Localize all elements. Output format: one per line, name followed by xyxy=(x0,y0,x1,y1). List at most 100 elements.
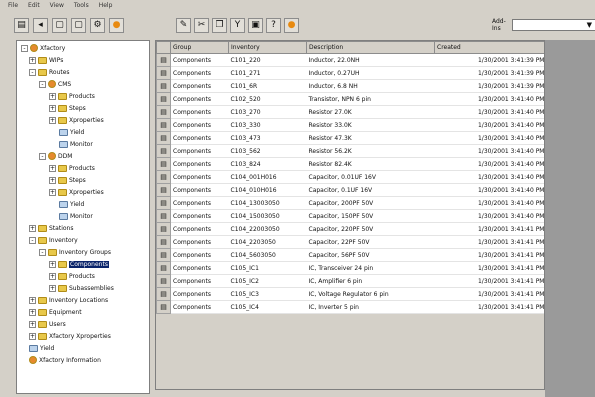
tree-node[interactable]: - Inventory xyxy=(29,235,78,245)
table-row[interactable]: ▤ Components C104_22003050 Capacitor, 220PF… xyxy=(156,222,544,236)
expand-icon[interactable]: + xyxy=(49,260,56,268)
back-icon[interactable]: ◂ xyxy=(33,17,48,33)
menu-item-4[interactable]: Help xyxy=(99,2,113,9)
folder-icon[interactable]: ▤ xyxy=(14,17,29,33)
expand-icon[interactable]: + xyxy=(49,164,56,172)
table-row[interactable]: ▤ Components C105_IC3 IC, Voltage Regulator… xyxy=(156,287,544,301)
tree-node[interactable]: Monitor xyxy=(59,139,93,149)
table-row[interactable]: ▤ Components C103_330 Resistor 33.0K 1/30/20… xyxy=(156,118,544,132)
chevron-down-icon: ▼ xyxy=(586,21,592,29)
column-header[interactable]: Created xyxy=(434,41,544,54)
expand-icon[interactable]: + xyxy=(49,284,56,292)
collapse-icon[interactable]: - xyxy=(29,68,36,76)
tree-node[interactable]: Monitor xyxy=(59,211,93,221)
collapse-icon[interactable]: - xyxy=(21,44,28,52)
tree-node[interactable]: + Xproperties xyxy=(49,115,104,125)
tree-node[interactable]: Xfactory Information xyxy=(29,355,101,365)
table-row[interactable]: ▤ Components C103_473 Resistor 47.3K 1/30/20… xyxy=(156,131,544,145)
help-icon[interactable]: ? xyxy=(266,17,281,33)
tree-node[interactable]: - CMS xyxy=(39,79,71,89)
table-row[interactable]: ▤ Components C103_562 Resistor 56.2K 1/30/20… xyxy=(156,144,544,158)
tree-node[interactable]: + Products xyxy=(49,271,95,281)
collapse-icon[interactable]: - xyxy=(29,236,36,244)
table-row[interactable]: ▤ Components C105_IC2 IC, Amplifier 6 pin 1/… xyxy=(156,274,544,288)
record-icon[interactable]: ● xyxy=(109,17,124,33)
tree-node[interactable]: - Routes xyxy=(29,67,70,77)
expand-icon[interactable]: + xyxy=(49,176,56,184)
expand-icon[interactable]: + xyxy=(29,308,36,316)
page-icon[interactable]: ▢ xyxy=(52,17,67,33)
row-icon: ▤ xyxy=(156,79,171,93)
table-row[interactable]: ▤ Components C104_010H016 Capacitor, 0.1UF … xyxy=(156,183,544,197)
expand-icon[interactable]: + xyxy=(29,332,36,340)
table-row[interactable]: ▤ Components C101_6R Inductor, 6.8 NH 1/30/2… xyxy=(156,79,544,93)
print-icon[interactable]: ▣ xyxy=(248,17,263,33)
table-row[interactable]: ▤ Components C104_5603050 Capacitor, 56PF 5… xyxy=(156,248,544,262)
menu-item-2[interactable]: View xyxy=(50,2,64,9)
menu-item-0[interactable]: File xyxy=(8,2,18,9)
expand-icon[interactable]: + xyxy=(49,272,56,280)
tree-node[interactable]: + Steps xyxy=(49,103,86,113)
table-cell: Transistor, NPN 6 pin xyxy=(306,92,435,106)
tree-node[interactable]: - Inventory Groups xyxy=(39,247,111,257)
expand-icon[interactable]: + xyxy=(29,296,36,304)
tree-node[interactable]: + Subassemblies xyxy=(49,283,114,293)
tree-node[interactable]: - DDM xyxy=(39,151,72,161)
scissors-icon[interactable]: ✂ xyxy=(194,17,209,33)
expand-icon[interactable]: + xyxy=(29,320,36,328)
table-row[interactable]: ▤ Components C101_271 Inductor, 0.27UH 1/30/… xyxy=(156,66,544,80)
tree-node-label: Inventory Locations xyxy=(49,296,109,304)
table-row[interactable]: ▤ Components C104_15003050 Capacitor, 150PF… xyxy=(156,209,544,223)
tree-node[interactable]: Yield xyxy=(59,199,84,209)
addins-dropdown[interactable]: ▼ xyxy=(511,19,595,31)
tree-node[interactable]: Yield xyxy=(59,127,84,137)
table-row[interactable]: ▤ Components C105_IC4 IC, Inverter 5 pin 1/3… xyxy=(156,300,544,314)
table-cell: Components xyxy=(170,196,229,210)
table-row[interactable]: ▤ Components C104_2203050 Capacitor, 22PF 5… xyxy=(156,235,544,249)
table-row[interactable]: ▤ Components C103_824 Resistor 82.4K 1/30/20… xyxy=(156,157,544,171)
column-header[interactable]: Group xyxy=(170,41,229,54)
filter-icon[interactable]: Y xyxy=(230,17,245,33)
table-row[interactable]: ▤ Components C105_IC1 IC, Transceiver 24 pi… xyxy=(156,261,544,275)
menu-item-1[interactable]: Edit xyxy=(28,2,40,9)
column-header[interactable]: Description xyxy=(306,41,435,54)
table-cell: C104_2203050 xyxy=(228,235,307,249)
tree-node[interactable]: + Steps xyxy=(49,175,86,185)
table-cell: Capacitor, 56PF 50V xyxy=(306,248,435,262)
column-header[interactable]: Inventory xyxy=(228,41,307,54)
tree-node[interactable]: + Stations xyxy=(29,223,73,233)
expand-icon[interactable]: + xyxy=(49,188,56,196)
tree-node[interactable]: + WIPs xyxy=(29,55,63,65)
tree-node[interactable]: + Xproperties xyxy=(49,187,104,197)
tree-node[interactable]: + Components xyxy=(49,259,109,269)
collapse-icon[interactable]: - xyxy=(39,248,46,256)
table-row[interactable]: ▤ Components C101_220 Inductor, 22.0NH 1/30/… xyxy=(156,53,544,67)
record-icon[interactable]: ● xyxy=(284,17,299,33)
page-icon[interactable]: ▢ xyxy=(71,17,86,33)
table-row[interactable]: ▤ Components C103_270 Resistor 27.0K 1/30/20… xyxy=(156,105,544,119)
expand-icon[interactable]: + xyxy=(29,56,36,64)
expand-icon[interactable]: + xyxy=(49,104,56,112)
edit-icon[interactable]: ✎ xyxy=(176,17,191,33)
settings-icon[interactable]: ⚙ xyxy=(90,17,105,33)
tree-node[interactable]: + Inventory Locations xyxy=(29,295,108,305)
collapse-icon[interactable]: - xyxy=(39,152,46,160)
table-row[interactable]: ▤ Components C102_520 Transistor, NPN 6 pin… xyxy=(156,92,544,106)
table-row[interactable]: ▤ Components C104_13003050 Capacitor, 200PF… xyxy=(156,196,544,210)
tree-node[interactable]: Yield xyxy=(29,343,54,353)
expand-icon[interactable]: + xyxy=(29,224,36,232)
row-icon: ▤ xyxy=(156,105,171,119)
gear-icon xyxy=(30,44,38,52)
tree-node[interactable]: + Products xyxy=(49,163,95,173)
tree-node[interactable]: + Users xyxy=(29,319,66,329)
tree-node[interactable]: + Equipment xyxy=(29,307,82,317)
copy-icon[interactable]: ❐ xyxy=(212,17,227,33)
expand-icon[interactable]: + xyxy=(49,92,56,100)
tree-node[interactable]: - Xfactory xyxy=(21,43,65,53)
menu-item-3[interactable]: Tools xyxy=(74,2,89,9)
expand-icon[interactable]: + xyxy=(49,116,56,124)
collapse-icon[interactable]: - xyxy=(39,80,46,88)
tree-node[interactable]: + Products xyxy=(49,91,95,101)
tree-node[interactable]: + Xfactory Xproperties xyxy=(29,331,111,341)
table-row[interactable]: ▤ Components C104_001H016 Capacitor, 0.01UF… xyxy=(156,170,544,184)
